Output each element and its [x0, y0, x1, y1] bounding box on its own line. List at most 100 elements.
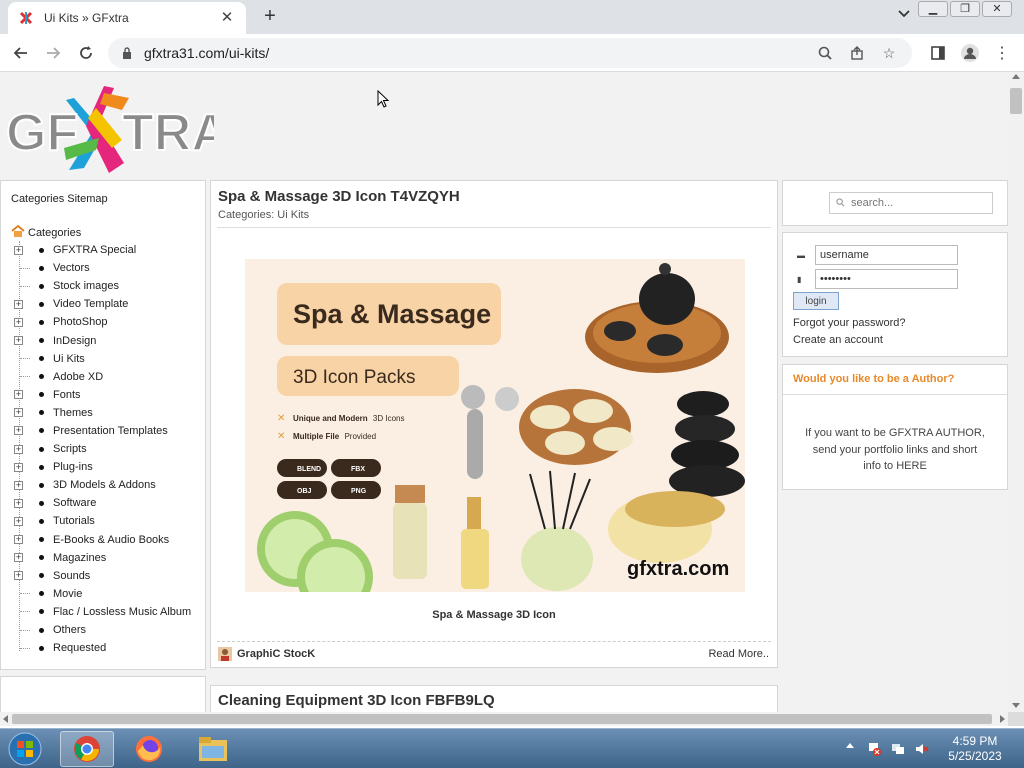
forward-arrow-icon[interactable] [41, 41, 65, 65]
expand-plus-icon[interactable]: + [14, 317, 23, 327]
system-clock[interactable]: 4:59 PM 5/25/2023 [940, 734, 1010, 764]
sidebar-category-item[interactable]: +3D Models & Addons [13, 476, 203, 494]
post-title[interactable]: Spa & Massage 3D Icon T4VZQYH [218, 188, 460, 205]
windows-taskbar: 4:59 PM 5/25/2023 [0, 728, 1024, 768]
search-zoom-icon[interactable] [814, 42, 836, 64]
search-input[interactable] [851, 197, 981, 209]
sidebar-category-item[interactable]: Others [13, 621, 203, 639]
address-bar[interactable]: gfxtra31.com/ui-kits/ ☆ [108, 38, 912, 68]
sidebar-category-item[interactable]: + GFXTRA Special [13, 241, 203, 259]
post-categories[interactable]: Categories: Ui Kits [218, 209, 309, 221]
sidebar-category-item[interactable]: + Sounds [13, 567, 203, 585]
expand-plus-icon[interactable]: + [14, 480, 23, 490]
sidebar-category-item[interactable]: + Fonts [13, 386, 203, 404]
categories-sitemap-link[interactable]: Categories Sitemap [11, 193, 108, 205]
forgot-password-link[interactable]: Forgot your password? [793, 317, 906, 329]
sidebar-category-label: GFXTRA Special [53, 244, 137, 257]
sidebar-category-item[interactable]: Stock images [13, 277, 203, 295]
reload-icon[interactable] [74, 41, 98, 65]
expand-plus-icon[interactable]: + [14, 462, 23, 472]
post-author[interactable]: GraphiC StocK [218, 647, 315, 661]
sidebar-category-item[interactable]: Movie [13, 585, 203, 603]
share-icon[interactable] [846, 42, 868, 64]
sidebar-category-item[interactable]: + Video Template [13, 295, 203, 313]
url-text[interactable]: gfxtra31.com/ui-kits/ [144, 45, 804, 61]
sidebar-category-item[interactable]: + InDesign [13, 331, 203, 349]
expand-plus-icon[interactable]: + [14, 444, 23, 454]
scroll-thumb[interactable] [1010, 88, 1022, 114]
sidebar-category-item[interactable]: + Magazines [13, 549, 203, 567]
sidebar-category-item[interactable]: + PhotoShop [13, 313, 203, 331]
expand-plus-icon[interactable]: + [14, 498, 23, 508]
sidebar-category-item[interactable]: Ui Kits [13, 350, 203, 368]
expand-plus-icon[interactable]: + [14, 299, 23, 309]
back-arrow-icon[interactable] [9, 41, 33, 65]
image-headline: Spa & Massage [293, 299, 491, 329]
search-field[interactable] [829, 192, 993, 214]
close-window-icon[interactable]: ✕ [982, 1, 1012, 17]
expand-plus-icon[interactable]: + [14, 535, 23, 545]
gfxtra-logo[interactable]: GF TRA [4, 78, 230, 178]
scroll-up-icon[interactable] [1012, 74, 1020, 79]
bullet-icon [39, 609, 44, 615]
minimize-icon[interactable]: ▁ [918, 1, 948, 17]
post-2-title[interactable]: Cleaning Equipment 3D Icon FBFB9LQ [218, 692, 495, 709]
expand-plus-icon[interactable]: + [14, 336, 23, 346]
post-preview-image[interactable]: Spa & Massage 3D Icon Packs ✕ Unique and… [245, 259, 745, 615]
sidebar-category-item[interactable]: + Tutorials [13, 512, 203, 530]
sidebar-category-item[interactable]: + Software [13, 494, 203, 512]
tab-close-icon[interactable]: ✕ [218, 9, 236, 27]
sidebar-category-item[interactable]: Adobe XD [13, 368, 203, 386]
read-more-link[interactable]: Read More.. [708, 648, 769, 660]
sidebar-category-item[interactable]: + Plug-ins [13, 458, 203, 476]
expand-plus-icon[interactable]: + [14, 245, 23, 255]
h-scroll-thumb[interactable] [12, 714, 992, 724]
tab-bar: Ui Kits » GFxtra ✕ + ▁ ❐ ✕ [0, 0, 1024, 34]
sidebar-category-item[interactable]: Flac / Lossless Music Album [13, 603, 203, 621]
new-tab-plus-icon[interactable]: + [258, 6, 282, 28]
horizontal-scrollbar[interactable] [0, 712, 1008, 726]
expand-plus-icon[interactable]: + [14, 553, 23, 563]
expand-plus-icon[interactable]: + [14, 408, 23, 418]
badge-obj: OBJ [297, 488, 312, 495]
action-center-flag-icon[interactable] [866, 741, 882, 757]
browser-tab[interactable]: Ui Kits » GFxtra ✕ [8, 2, 246, 34]
bookmark-star-icon[interactable]: ☆ [878, 42, 900, 64]
author-invite-text[interactable]: If you want to be GFXTRA AUTHOR, send yo… [803, 425, 987, 475]
sidebar-category-item[interactable]: + Scripts [13, 440, 203, 458]
chrome-menu-icon[interactable]: ⋮ [990, 41, 1014, 65]
vertical-scrollbar[interactable] [1008, 72, 1024, 712]
expand-plus-icon[interactable]: + [14, 516, 23, 526]
expand-plus-icon[interactable]: + [14, 390, 23, 400]
start-button-icon[interactable] [4, 731, 46, 767]
sidebar-category-item[interactable]: + Themes [13, 404, 203, 422]
create-account-link[interactable]: Create an account [793, 334, 883, 346]
categories-root[interactable]: Categories [11, 224, 81, 240]
taskbar-explorer-icon[interactable] [186, 731, 240, 767]
side-panel-icon[interactable] [926, 41, 950, 65]
profile-avatar-icon[interactable] [958, 41, 982, 65]
sidebar-category-item[interactable]: + Presentation Templates [13, 422, 203, 440]
scroll-left-icon[interactable] [3, 715, 8, 723]
taskbar-firefox-icon[interactable] [122, 731, 176, 767]
expand-plus-icon[interactable]: + [14, 426, 23, 436]
restore-icon[interactable]: ❐ [950, 1, 980, 17]
scroll-right-icon[interactable] [1000, 715, 1005, 723]
expand-plus-icon[interactable]: + [14, 571, 23, 581]
sidebar-category-item[interactable]: Requested [13, 639, 203, 657]
login-button[interactable]: login [793, 292, 839, 310]
tray-expand-icon[interactable] [846, 743, 854, 748]
tab-search-chevron-icon[interactable] [894, 8, 914, 26]
sidebar-category-item[interactable]: Vectors [13, 259, 203, 277]
bullet-icon [39, 464, 44, 470]
lock-icon[interactable] [120, 46, 134, 60]
sidebar-category-item[interactable]: + E-Books & Audio Books [13, 531, 203, 549]
volume-muted-icon[interactable] [914, 741, 930, 757]
tree-connector [20, 267, 30, 269]
password-input[interactable] [815, 269, 958, 289]
taskbar-chrome-icon[interactable] [60, 731, 114, 767]
scroll-down-icon[interactable] [1012, 703, 1020, 708]
network-icon[interactable] [890, 741, 906, 757]
username-input[interactable] [815, 245, 958, 265]
bullet-icon [39, 374, 44, 380]
